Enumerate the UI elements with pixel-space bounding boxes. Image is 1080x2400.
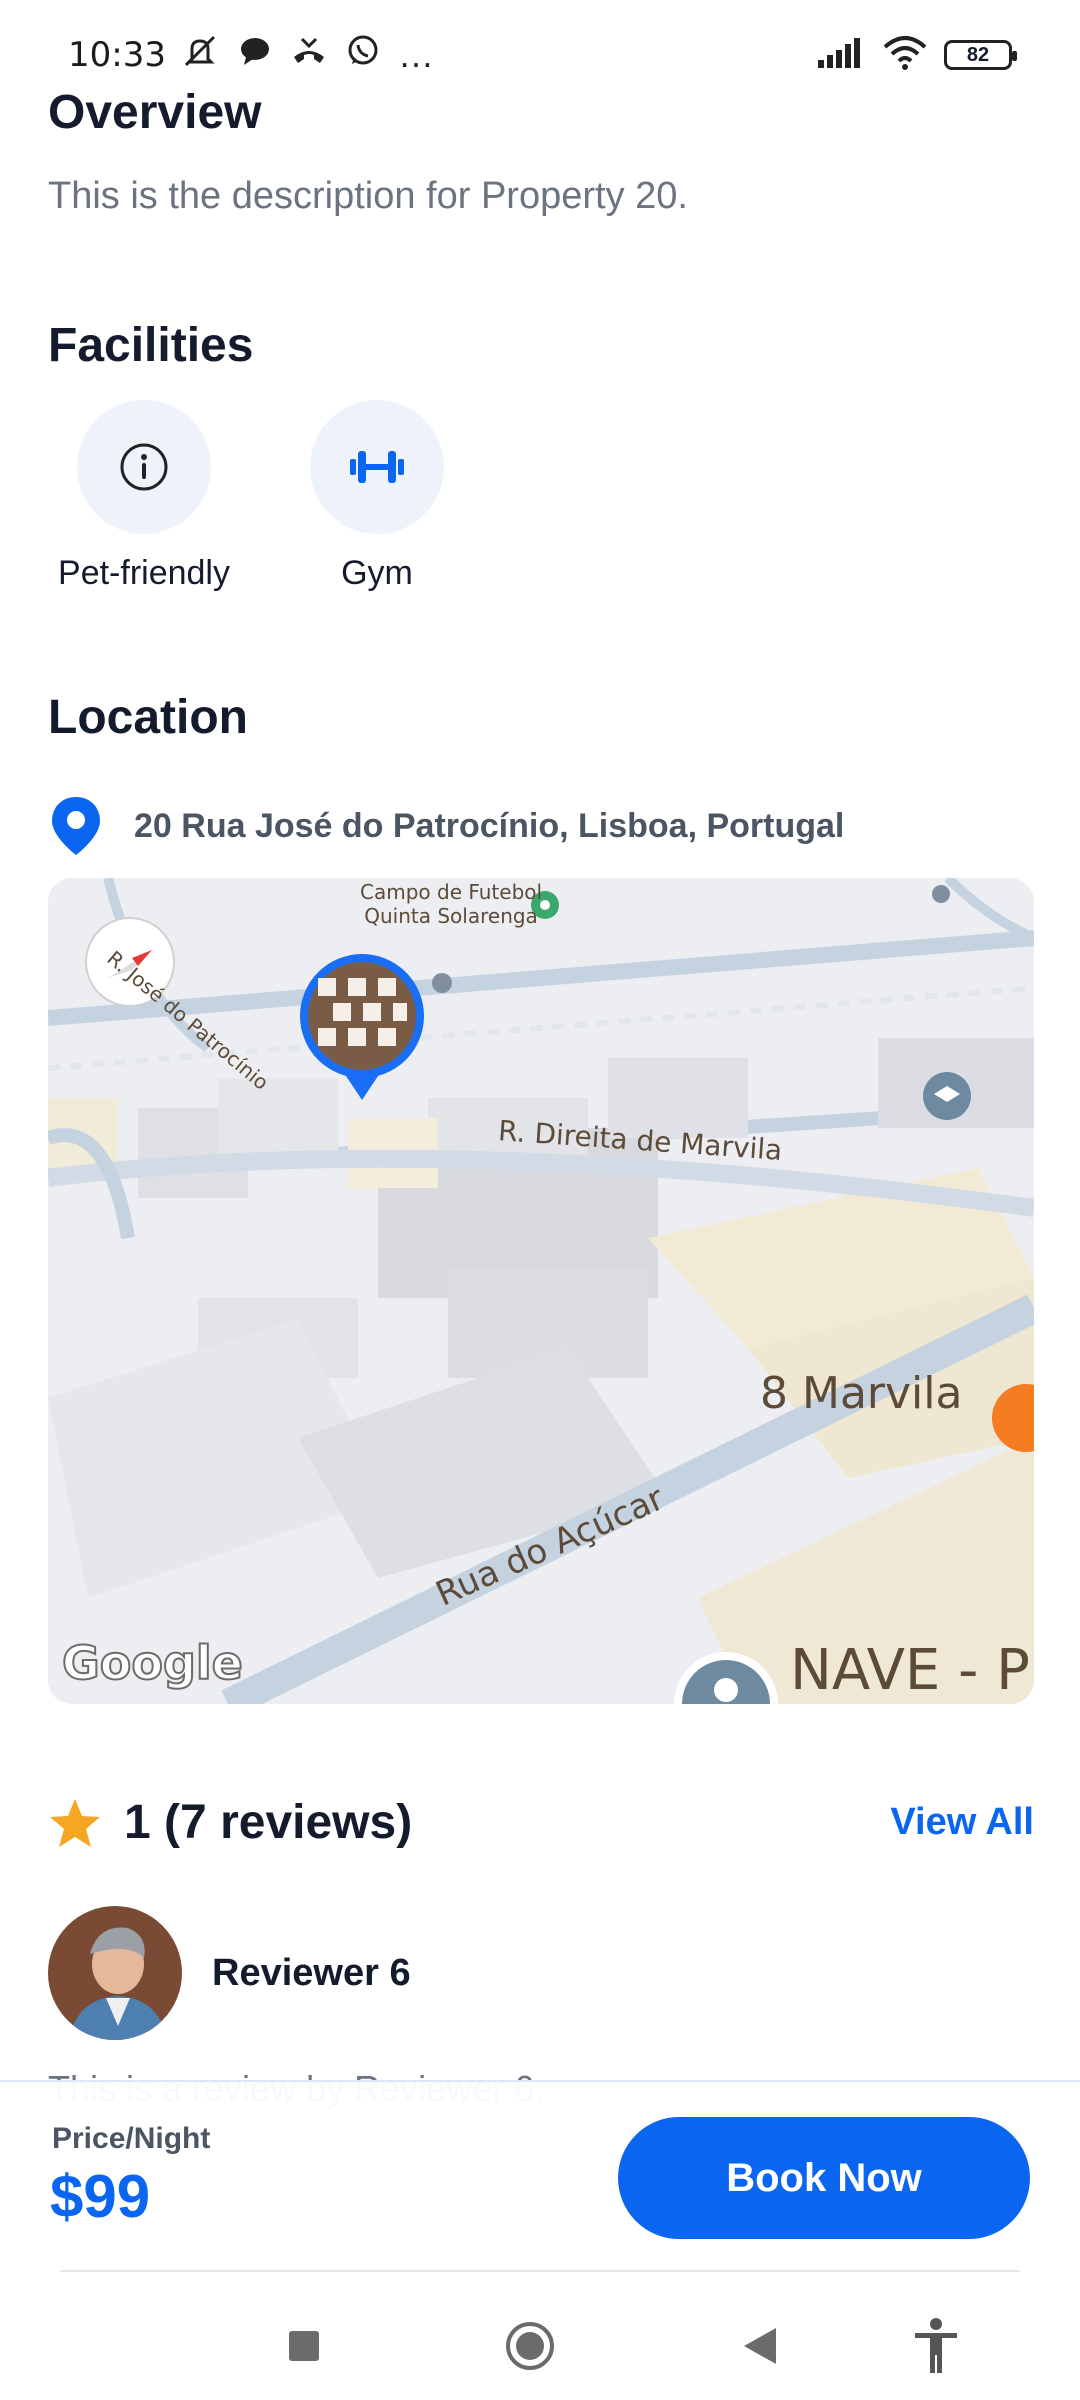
facility-icon-circle [310, 400, 444, 534]
status-time: 10:33 [68, 35, 166, 75]
facilities-title: Facilities [48, 319, 254, 372]
rating-row: 1 (7 reviews) View All [48, 1795, 1034, 1850]
overview-title: Overview [48, 86, 262, 139]
address-text: 20 Rua José do Patrocínio, Lisboa, Portu… [134, 806, 845, 845]
accessibility-icon [915, 2318, 957, 2373]
more-icon: … [397, 34, 434, 75]
google-logo: Google [61, 1635, 244, 1691]
back-button[interactable] [730, 2316, 790, 2376]
map-label-campo: Campo de Futebol Quinta Solarenga [360, 880, 543, 928]
missed-call-icon [290, 35, 328, 75]
view-all-link[interactable]: View All [890, 1801, 1034, 1844]
square-icon [289, 2331, 319, 2361]
battery-level: 82 [966, 43, 990, 66]
home-circle-icon [506, 2322, 554, 2370]
nav-divider [60, 2270, 1020, 2272]
review-item: Reviewer 6 [48, 1906, 411, 2040]
review-count: (7 reviews) [164, 1796, 413, 1849]
signal-icon [816, 36, 866, 75]
overview-description: This is the description for Property 20. [48, 175, 688, 217]
battery-icon: 82 [944, 40, 1017, 70]
wifi-icon [882, 35, 928, 76]
chat-icon [238, 35, 272, 75]
price-value: $99 [50, 2163, 151, 2230]
muted-icon [180, 33, 220, 77]
location-title: Location [48, 691, 248, 744]
home-button[interactable] [500, 2316, 560, 2376]
location-map[interactable]: Campo de Futebol Quinta Solarenga R. Jos… [48, 878, 1034, 1704]
price-label: Price/Night [52, 2122, 211, 2155]
facility-label: Pet-friendly [58, 554, 230, 592]
booking-bar: Price/Night $99 Book Now [0, 2080, 1080, 2270]
facility-icon-circle [77, 400, 211, 534]
system-status: 82 [816, 35, 1017, 76]
location-pin-icon [52, 797, 100, 855]
system-nav-bar [0, 2270, 1080, 2400]
back-triangle-icon [744, 2328, 776, 2364]
map-label-marvila: 8 Marvila [760, 1368, 963, 1419]
facility-pet-friendly[interactable]: Pet-friendly [44, 400, 244, 593]
whatsapp-icon [346, 34, 380, 76]
avatar [48, 1906, 182, 2040]
address-row: 20 Rua José do Patrocínio, Lisboa, Portu… [48, 795, 844, 857]
notification-icons: … [180, 33, 434, 77]
accessibility-button[interactable] [906, 2316, 966, 2376]
recents-button[interactable] [274, 2316, 334, 2376]
rating-value: 1 [124, 1796, 151, 1849]
reviewer-name: Reviewer 6 [212, 1951, 411, 1994]
map-canvas [48, 878, 1034, 1704]
dumbbell-icon [350, 451, 404, 483]
map-label-nave: NAVE - P [790, 1638, 1030, 1703]
info-icon [120, 443, 168, 491]
facility-label: Gym [341, 554, 413, 592]
book-now-button[interactable]: Book Now [618, 2117, 1030, 2239]
star-icon [50, 1798, 100, 1847]
facility-gym[interactable]: Gym [277, 400, 477, 593]
rating-summary: 1 (7 reviews) [124, 1795, 412, 1850]
